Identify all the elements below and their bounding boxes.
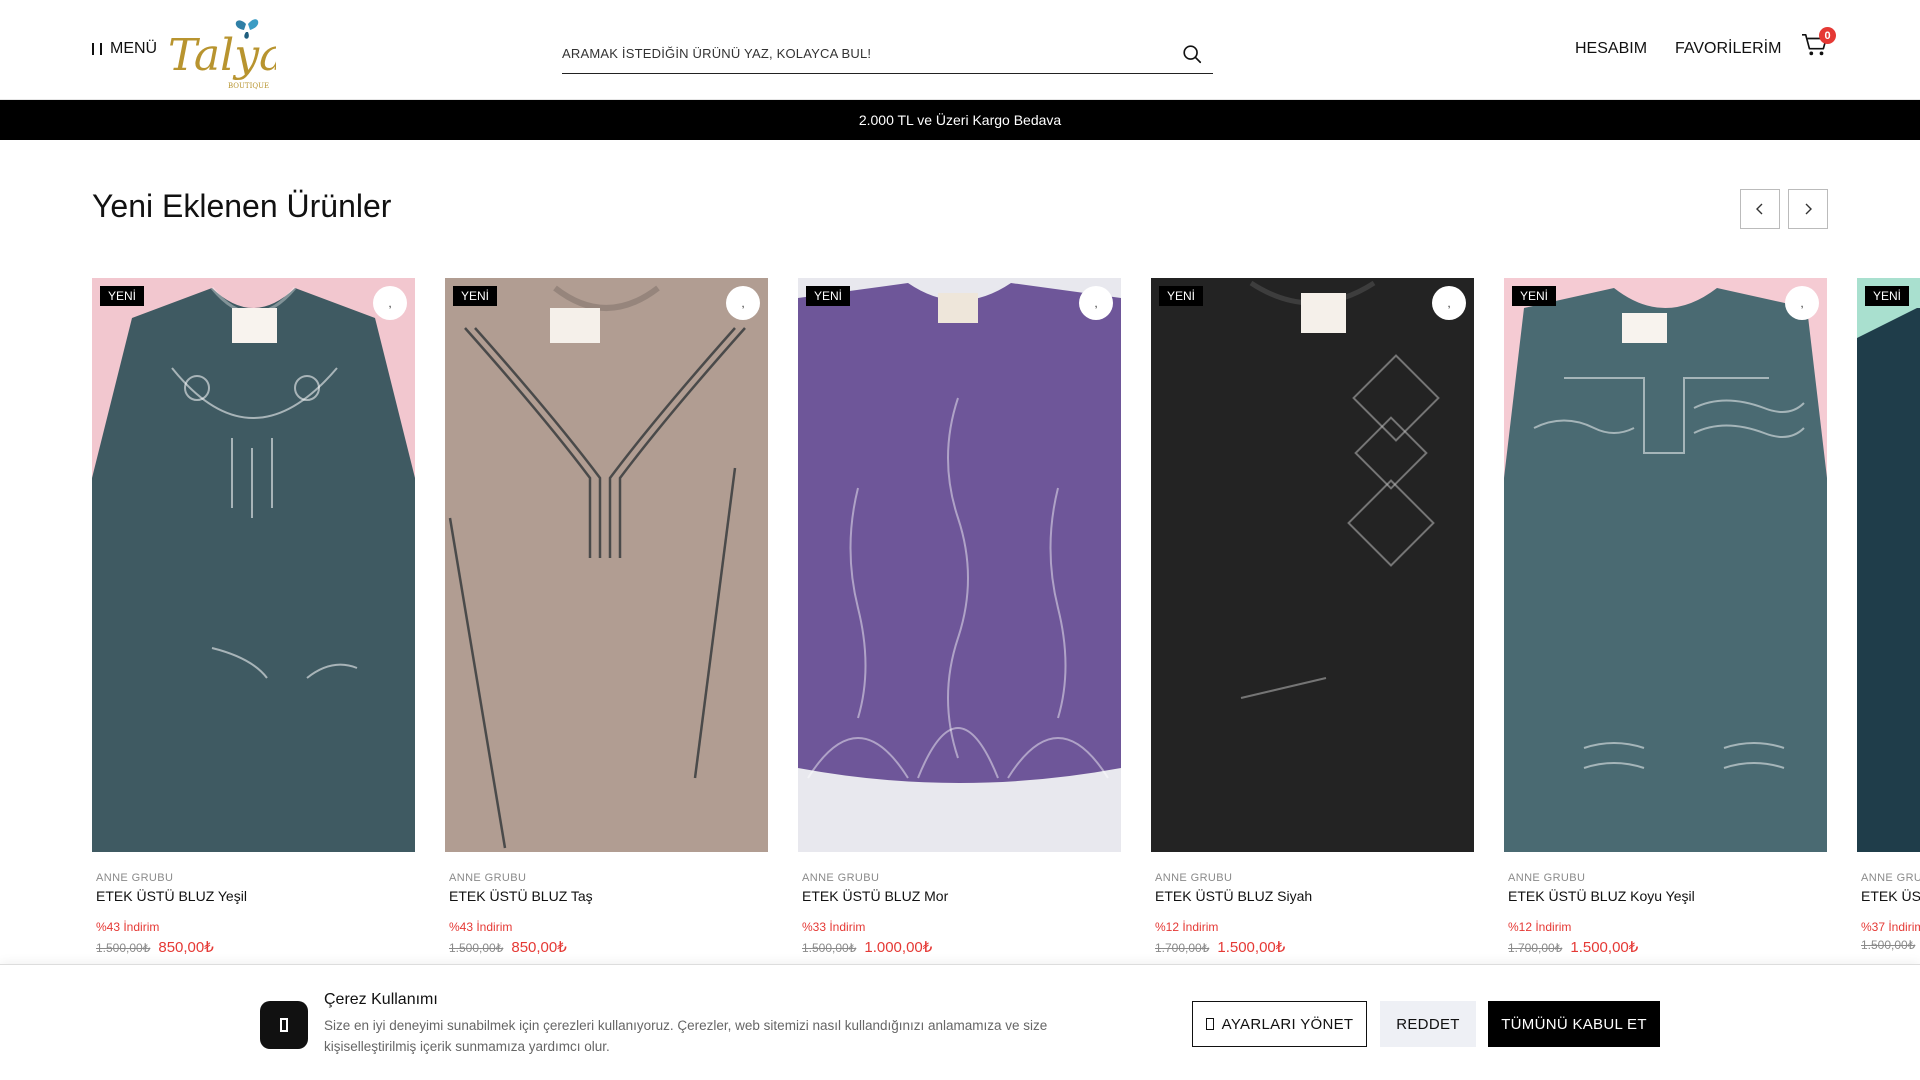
product-image[interactable]: YENİ , <box>798 278 1121 852</box>
product-image[interactable]: YENİ <box>1857 278 1920 852</box>
blouse-photo <box>445 278 768 852</box>
favorite-button[interactable]: , <box>1432 286 1466 320</box>
logo-text: Talya <box>168 30 276 81</box>
product-image[interactable]: YENİ , <box>92 278 415 852</box>
new-badge: YENİ <box>1159 286 1204 306</box>
new-badge: YENİ <box>1512 286 1557 306</box>
old-price: 1.500,00₺ <box>1861 938 1916 952</box>
favorite-button[interactable]: , <box>1785 286 1819 320</box>
account-link[interactable]: HESABIM <box>1575 40 1647 58</box>
product-card[interactable]: YENİ , ANNE GRUBU ETEK ÜSTÜ BLUZ Yeşil %… <box>92 278 415 956</box>
menu-label: MENÜ <box>110 40 158 57</box>
cart-count-badge: 0 <box>1819 27 1836 44</box>
manage-settings-button[interactable]: AYARLARI YÖNET <box>1192 1001 1367 1047</box>
menu-icon <box>92 43 102 55</box>
search-icon[interactable] <box>1181 43 1203 65</box>
cart-button[interactable]: 0 <box>1801 27 1837 62</box>
blouse-photo <box>92 278 415 852</box>
favorite-button[interactable]: , <box>726 286 760 320</box>
blouse-photo <box>798 278 1121 852</box>
product-carousel: YENİ , ANNE GRUBU ETEK ÜSTÜ BLUZ Yeşil %… <box>92 278 1920 978</box>
site-header: MENÜ Talya BOUTIQUE HESABIM FAVORİLERİM … <box>0 0 1920 100</box>
chevron-left-icon <box>1756 203 1763 215</box>
blouse-photo <box>1504 278 1827 852</box>
product-card[interactable]: YENİ , ANNE GRUBU ETEK ÜSTÜ BLUZ Mor %33… <box>798 278 1121 956</box>
price-row: 1.700,00₺ 1.500,00₺ <box>1155 938 1474 956</box>
new-badge: YENİ <box>806 286 851 306</box>
product-card[interactable]: YENİ , ANNE GRUBU ETEK ÜSTÜ BLUZ Koyu Ye… <box>1504 278 1827 956</box>
product-brand: ANNE GRUBU <box>802 872 880 884</box>
cookie-consent-bar: Çerez Kullanımı Size en iyi deneyimi sun… <box>0 964 1920 1080</box>
favorites-link[interactable]: FAVORİLERİM <box>1675 40 1781 58</box>
discount-label: %12 İndirim <box>1155 920 1219 934</box>
discount-label: %12 İndirim <box>1508 920 1572 934</box>
cookie-icon <box>260 1001 308 1049</box>
settings-icon <box>1205 1018 1214 1030</box>
search-bar <box>562 34 1213 74</box>
product-image[interactable]: YENİ , <box>445 278 768 852</box>
current-price: 1.500,00₺ <box>1570 939 1639 956</box>
current-price: 850,00₺ <box>158 939 214 956</box>
price-row: 1.700,00₺ 1.500,00₺ <box>1508 938 1827 956</box>
accept-all-button[interactable]: TÜMÜNÜ KABUL ET <box>1488 1001 1660 1047</box>
manage-settings-label: AYARLARI YÖNET <box>1221 1015 1354 1033</box>
product-name[interactable]: ETEK ÜSTÜ BLUZ Yeşil <box>96 888 415 904</box>
search-input[interactable] <box>562 46 1181 61</box>
menu-button[interactable]: MENÜ <box>92 40 157 58</box>
current-price: 1.500,00₺ <box>1217 939 1286 956</box>
product-name[interactable]: ETEK ÜSTÜ BLUZ Siyah <box>1155 888 1474 904</box>
carousel-next-button[interactable] <box>1788 189 1828 229</box>
blouse-photo <box>1857 278 1920 852</box>
discount-label: %37 İndirim <box>1861 920 1920 934</box>
new-badge: YENİ <box>453 286 498 306</box>
cookie-description: Size en iyi deneyimi sunabilmek için çer… <box>324 1018 1048 1054</box>
old-price: 1.700,00₺ <box>1155 941 1210 955</box>
product-card[interactable]: YENİ ANNE GRUBU ETEK ÜSTÜ BLUZ %37 İndir… <box>1857 278 1920 952</box>
product-brand: ANNE GRUBU <box>1508 872 1586 884</box>
product-name[interactable]: ETEK ÜSTÜ BLUZ <box>1861 888 1920 904</box>
old-price: 1.500,00₺ <box>802 941 857 955</box>
price-row: 1.500,00₺ 1.000,00₺ <box>802 938 1121 956</box>
price-row: 1.500,00₺ <box>1861 938 1920 952</box>
product-brand: ANNE GRUBU <box>1861 872 1920 884</box>
price-row: 1.500,00₺ 850,00₺ <box>96 938 415 956</box>
product-card[interactable]: YENİ , ANNE GRUBU ETEK ÜSTÜ BLUZ Taş %43… <box>445 278 768 956</box>
discount-label: %43 İndirim <box>96 920 160 934</box>
chevron-right-icon <box>1805 203 1812 215</box>
logo[interactable]: Talya BOUTIQUE <box>166 8 276 92</box>
new-badge: YENİ <box>1865 286 1910 306</box>
product-brand: ANNE GRUBU <box>449 872 527 884</box>
announcement-bar: 2.000 TL ve Üzeri Kargo Bedava <box>0 100 1920 140</box>
logo-subtext: BOUTIQUE <box>228 82 269 90</box>
new-badge: YENİ <box>100 286 145 306</box>
carousel-prev-button[interactable] <box>1740 189 1780 229</box>
old-price: 1.500,00₺ <box>96 941 151 955</box>
product-image[interactable]: YENİ , <box>1151 278 1474 852</box>
product-card[interactable]: YENİ , ANNE GRUBU ETEK ÜSTÜ BLUZ Siyah %… <box>1151 278 1474 956</box>
blouse-photo <box>1151 278 1474 852</box>
current-price: 1.000,00₺ <box>864 939 933 956</box>
product-brand: ANNE GRUBU <box>96 872 174 884</box>
old-price: 1.700,00₺ <box>1508 941 1563 955</box>
favorite-button[interactable]: , <box>1079 286 1113 320</box>
favorite-button[interactable]: , <box>373 286 407 320</box>
discount-label: %33 İndirim <box>802 920 866 934</box>
product-name[interactable]: ETEK ÜSTÜ BLUZ Koyu Yeşil <box>1508 888 1827 904</box>
product-name[interactable]: ETEK ÜSTÜ BLUZ Taş <box>449 888 768 904</box>
price-row: 1.500,00₺ 850,00₺ <box>449 938 768 956</box>
product-image[interactable]: YENİ , <box>1504 278 1827 852</box>
section-title: Yeni Eklenen Ürünler <box>92 188 392 224</box>
cookie-title: Çerez Kullanımı <box>324 991 438 1008</box>
old-price: 1.500,00₺ <box>449 941 504 955</box>
current-price: 850,00₺ <box>511 939 567 956</box>
product-name[interactable]: ETEK ÜSTÜ BLUZ Mor <box>802 888 1121 904</box>
product-brand: ANNE GRUBU <box>1155 872 1233 884</box>
discount-label: %43 İndirim <box>449 920 513 934</box>
reject-button[interactable]: REDDET <box>1380 1001 1476 1047</box>
